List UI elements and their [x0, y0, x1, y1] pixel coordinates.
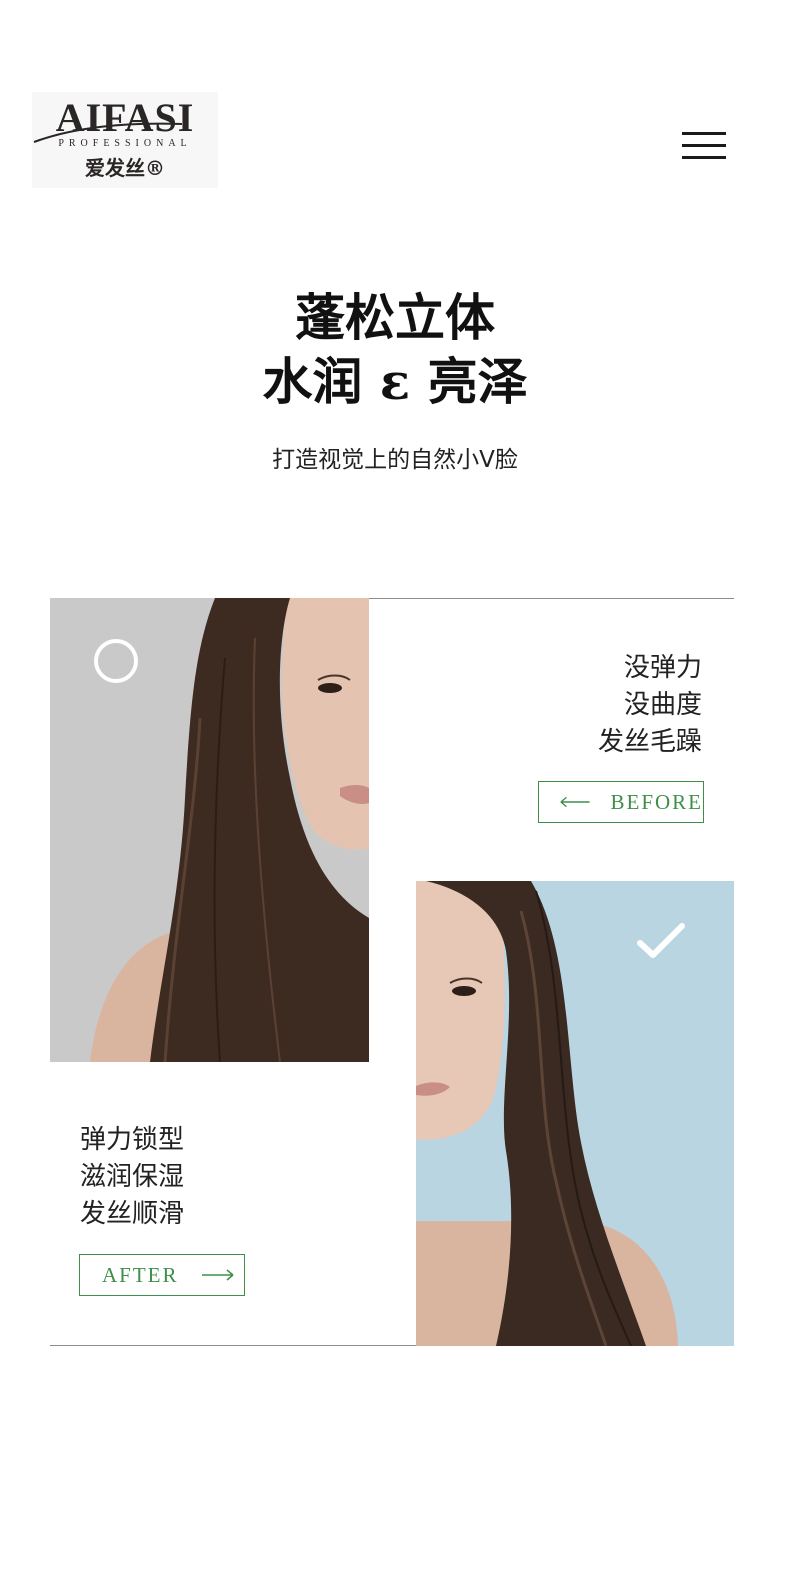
circle-icon — [94, 639, 138, 683]
menu-bar — [682, 132, 726, 135]
before-line-2: 没曲度 — [623, 690, 702, 720]
headline-line-2: 水润 ε 亮泽 — [262, 352, 528, 411]
after-line-1: 弹力锁型 — [80, 1125, 185, 1155]
arrow-right-icon — [201, 1269, 233, 1281]
before-button[interactable]: BEFORE — [538, 781, 704, 823]
before-line-1: 没弹力 — [623, 653, 702, 683]
after-copy: 弹力锁型 滋润保湿 发丝顺滑 — [80, 1122, 184, 1233]
hero-subline: 打造视觉上的自然小V脸 — [272, 447, 518, 473]
after-photo-panel — [416, 881, 734, 1346]
after-model-illustration — [416, 881, 678, 1346]
hamburger-menu-icon[interactable] — [682, 130, 726, 162]
logo-brand-text: AIFASI — [55, 95, 195, 140]
after-line-2: 滋润保湿 — [80, 1162, 185, 1192]
before-photo-panel — [50, 598, 369, 1062]
logo-chinese-name: 爱发丝® — [85, 156, 165, 180]
headline-line-1: 蓬松立体 — [295, 288, 495, 347]
brand-logo[interactable]: AIFASI PROFESSIONAL 爱发丝® — [32, 92, 218, 188]
menu-bar — [682, 156, 726, 159]
arrow-left-icon — [560, 796, 590, 808]
logo-tagline: PROFESSIONAL — [58, 138, 192, 149]
before-line-3: 发丝毛躁 — [597, 727, 702, 757]
menu-bar — [682, 144, 726, 147]
check-icon — [637, 923, 685, 958]
before-copy: 没弹力 没曲度 发丝毛躁 — [598, 650, 702, 761]
bottom-divider — [50, 1345, 416, 1346]
top-divider — [369, 598, 734, 599]
after-line-3: 发丝顺滑 — [80, 1199, 185, 1229]
after-button[interactable]: AFTER — [79, 1254, 245, 1296]
after-button-label: AFTER — [102, 1262, 179, 1287]
before-button-label: BEFORE — [610, 789, 703, 814]
